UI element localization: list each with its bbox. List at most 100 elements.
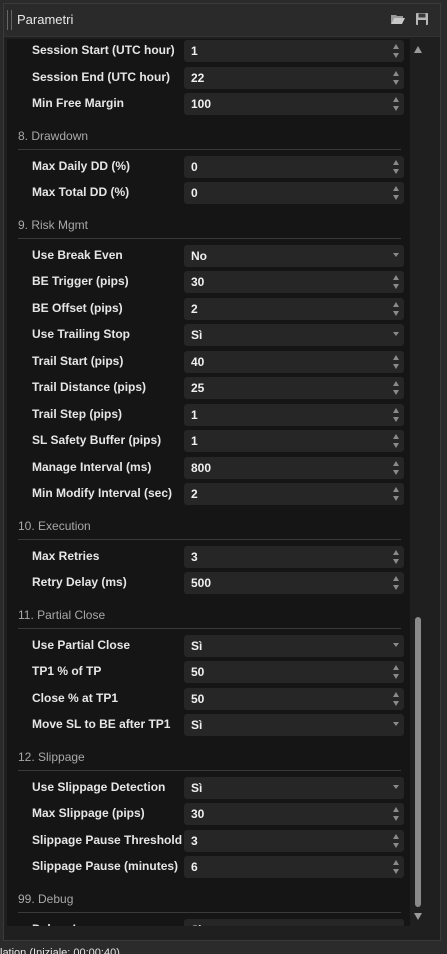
spinner-arrows-icon[interactable]: [392, 70, 400, 86]
parameter-row: Max Daily DD (%) 0: [7, 154, 410, 180]
parameter-label: TP1 % of TP: [32, 664, 102, 678]
parameter-value: 50: [191, 665, 205, 679]
scroll-down-icon[interactable]: [414, 913, 422, 920]
spinner-arrows-icon[interactable]: [392, 407, 400, 423]
spinner-arrows-icon[interactable]: [392, 301, 400, 317]
parameter-value: 1: [191, 44, 198, 58]
save-icon[interactable]: [415, 13, 429, 25]
parameter-row: Min Free Margin 100: [7, 91, 410, 117]
parameter-value: 1: [191, 434, 198, 448]
spinner-arrows-icon[interactable]: [392, 96, 400, 112]
parameter-value: 3: [191, 833, 198, 848]
parameter-label: Manage Interval (ms): [32, 459, 152, 474]
spinner-arrows-icon[interactable]: [392, 691, 400, 707]
parameter-dropdown[interactable]: Sì: [184, 918, 404, 927]
parameter-spinner[interactable]: 50: [184, 661, 404, 683]
parameter-row: Move SL to BE after TP1 Sì: [7, 712, 410, 738]
scrollbar[interactable]: [410, 39, 428, 926]
parameter-label: Use Slippage Detection: [32, 779, 166, 794]
spinner-arrows-icon[interactable]: [392, 433, 400, 449]
scroll-up-icon[interactable]: [414, 46, 422, 53]
spinner-arrows-icon[interactable]: [392, 460, 400, 476]
spinner-arrows-icon[interactable]: [392, 549, 400, 565]
parameter-row: BE Trigger (pips) 30: [7, 269, 410, 295]
parameter-spinner[interactable]: 30: [184, 803, 404, 825]
parameter-dropdown[interactable]: Sì: [184, 714, 404, 736]
spinner-arrows-icon[interactable]: [392, 833, 400, 849]
parameter-value: Sì: [191, 780, 203, 795]
chevron-down-icon[interactable]: [393, 784, 399, 789]
spinner-arrows-icon[interactable]: [392, 806, 400, 822]
parameter-label: BE Offset (pips): [32, 300, 123, 315]
parameter-spinner[interactable]: 0: [184, 155, 404, 178]
parameter-value: 1: [191, 407, 198, 422]
parameter-spinner[interactable]: 1: [184, 403, 404, 426]
parameter-label: SL Safety Buffer (pips): [32, 433, 162, 447]
parameter-value: Sì: [191, 328, 203, 342]
section-header: 12. Slippage: [18, 744, 401, 771]
drag-grip-icon[interactable]: [7, 10, 12, 30]
parameter-value: Sì: [191, 923, 202, 927]
parameter-label: Retry Delay (ms): [32, 575, 127, 589]
parameter-row: Retry Delay (ms) 500: [7, 570, 410, 596]
spinner-arrows-icon[interactable]: [392, 159, 400, 175]
parameter-value: 500: [191, 576, 212, 590]
spinner-arrows-icon[interactable]: [392, 575, 400, 591]
chevron-down-icon[interactable]: [393, 332, 399, 336]
parameter-spinner[interactable]: 30: [184, 271, 404, 293]
parameter-value: 50: [191, 691, 205, 706]
chevron-down-icon[interactable]: [393, 642, 399, 647]
parameter-label: Session End (UTC hour): [32, 69, 170, 84]
parameter-row: Close % at TP1 50: [7, 686, 410, 712]
spinner-arrows-icon[interactable]: [392, 486, 400, 502]
parameter-label: Trail Start (pips): [32, 353, 124, 368]
parameter-dropdown[interactable]: Sì: [184, 324, 404, 346]
parameter-row: Trail Distance (pips) 25: [7, 375, 410, 401]
section-header: 99. Debug: [18, 886, 401, 913]
parameter-spinner[interactable]: 50: [184, 687, 404, 710]
parameter-row: Trail Start (pips) 40: [7, 349, 410, 375]
parameter-spinner[interactable]: 0: [184, 182, 404, 204]
spinner-arrows-icon[interactable]: [392, 43, 400, 59]
parameter-row: Max Total DD (%) 0: [7, 180, 410, 206]
spinner-arrows-icon[interactable]: [392, 185, 400, 201]
parameter-value: 25: [191, 381, 205, 395]
parameter-spinner[interactable]: 1: [184, 430, 404, 452]
parameter-spinner[interactable]: 3: [184, 545, 404, 568]
spinner-arrows-icon[interactable]: [392, 354, 400, 370]
parameter-row: Use Trailing Stop Sì: [7, 322, 410, 348]
parameter-spinner[interactable]: 2: [184, 483, 404, 505]
parameter-spinner[interactable]: 800: [184, 456, 404, 479]
parameter-spinner[interactable]: 25: [184, 377, 404, 399]
parameter-spinner[interactable]: 3: [184, 829, 404, 852]
parameter-spinner[interactable]: 2: [184, 297, 404, 320]
parameter-dropdown[interactable]: No: [184, 244, 404, 267]
parameter-value: 30: [191, 807, 205, 821]
spinner-arrows-icon[interactable]: [392, 274, 400, 290]
parameter-spinner[interactable]: 100: [184, 93, 404, 115]
parameter-label: Max Retries: [32, 548, 100, 563]
scroll-thumb[interactable]: [415, 617, 421, 907]
section-header: 10. Execution: [18, 513, 401, 540]
parameter-spinner[interactable]: 22: [184, 66, 404, 89]
parameter-spinner[interactable]: 500: [184, 572, 404, 594]
folder-open-icon[interactable]: [391, 13, 405, 25]
parameter-label: Max Total DD (%): [32, 185, 130, 199]
spinner-arrows-icon[interactable]: [392, 859, 400, 875]
parameter-label: Slippage Pause (minutes): [32, 859, 179, 873]
parameter-dropdown[interactable]: Sì: [184, 634, 404, 657]
spinner-arrows-icon[interactable]: [392, 380, 400, 396]
parameter-value: 2: [191, 301, 198, 316]
parameter-dropdown[interactable]: Sì: [184, 776, 404, 799]
chevron-down-icon[interactable]: [393, 252, 399, 257]
parameter-row: Use Break Even No: [7, 243, 410, 269]
parameter-spinner[interactable]: 40: [184, 350, 404, 373]
spinner-arrows-icon[interactable]: [392, 664, 400, 680]
parameter-row: Use Partial Close Sì: [7, 633, 410, 659]
chevron-down-icon[interactable]: [393, 722, 399, 726]
parameters-list[interactable]: Session Start (UTC hour) 1 Session End (UT…: [7, 39, 410, 926]
parameter-label: Max Daily DD (%): [32, 158, 131, 173]
parameter-spinner[interactable]: 6: [184, 856, 404, 878]
parameter-spinner[interactable]: 1: [184, 40, 404, 62]
parameter-label: Use Break Even: [32, 247, 123, 262]
